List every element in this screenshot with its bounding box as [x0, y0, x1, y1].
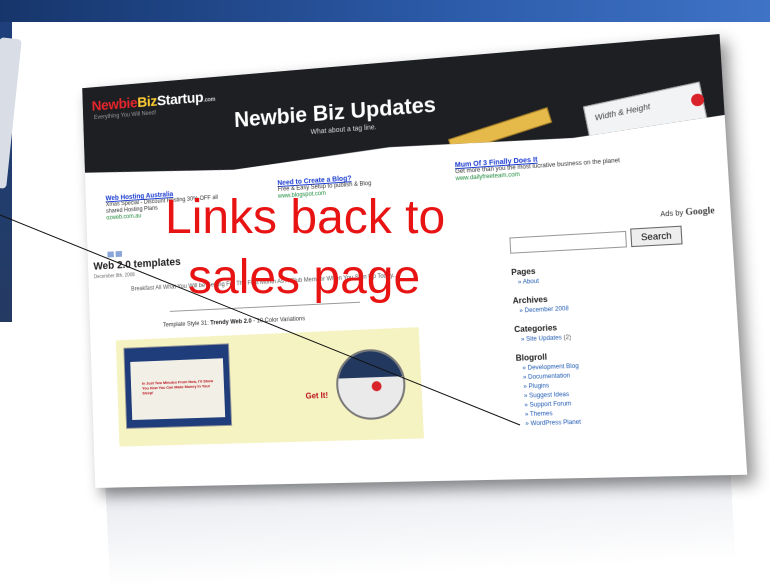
sidebar-link[interactable]: » Themes — [525, 411, 553, 418]
sidebar-link[interactable]: » Plugins — [523, 383, 549, 390]
sidebar-link-label: Suggest Ideas — [528, 391, 570, 400]
sidebar-link[interactable]: » WordPress Planet — [525, 420, 581, 428]
get-it-text: Get It! — [305, 390, 329, 401]
sidebar-link[interactable]: » December 2008 — [519, 306, 569, 314]
pages-heading: Pages — [510, 266, 536, 278]
sidebar-link[interactable]: » Support Forum — [524, 401, 571, 409]
logo-tld: .com — [203, 97, 216, 104]
ad-item[interactable]: Mum Of 3 Finally Does It Get more than y… — [455, 149, 653, 183]
magnifier-header — [336, 350, 403, 379]
blog-sidebar: Search Pages » About Archives » December… — [509, 225, 709, 427]
ads-by-google[interactable]: Ads by Google — [660, 205, 715, 219]
blogroll-heading: Blogroll — [515, 352, 548, 363]
ads-by-label: Ads by — [660, 209, 684, 219]
sidebar-link[interactable]: » Development Blog — [522, 364, 579, 372]
notepad-text: Width & Height — [594, 101, 652, 123]
search-button[interactable]: Search — [630, 225, 683, 248]
post-caption: Template Style 31: Trendy Web 2.0 - 10 C… — [163, 316, 305, 328]
inner-site-body: In Just Two Minutes From Now, I'll Show … — [130, 358, 226, 421]
caption-suffix: - 10 Color Variations — [253, 316, 306, 325]
sidebar-link[interactable]: » Suggest Ideas — [524, 392, 570, 400]
sidebar-link[interactable]: » Documentation — [523, 373, 571, 381]
sidebar-link-label: About — [522, 278, 540, 286]
sidebar-link[interactable]: » About — [518, 279, 539, 286]
archives-heading: Archives — [512, 294, 548, 306]
categories-heading: Categories — [513, 323, 558, 335]
notepad-graphic: Width & Height — [583, 82, 708, 145]
prev-arrow-icon[interactable] — [107, 251, 114, 258]
template-preview-image[interactable]: In Just Two Minutes From Now, I'll Show … — [115, 327, 424, 447]
ruler-graphic — [448, 107, 552, 154]
sidebar-link-label: Support Forum — [529, 401, 572, 409]
pushpin-icon — [371, 381, 382, 392]
magnifier-icon — [334, 347, 407, 421]
sidebar-link[interactable]: » Site Updates (2) — [521, 335, 572, 343]
sidebar-link-label: Development Blog — [527, 363, 579, 372]
post-title[interactable]: Web 2.0 templates — [93, 256, 181, 272]
post-date: December 8th, 2008 — [93, 272, 135, 281]
annotation-line-1: Links back to — [165, 191, 446, 244]
category-count: (2) — [563, 334, 572, 342]
top-banner-bar — [0, 0, 770, 22]
search-input[interactable] — [509, 230, 627, 254]
sidebar-link-label: Themes — [529, 411, 553, 418]
sidebar-link-label: December 2008 — [524, 306, 570, 315]
annotation-line-2: sales page — [188, 251, 421, 304]
caption-bold: Trendy Web 2.0 — [210, 318, 252, 327]
next-arrow-icon[interactable] — [115, 250, 123, 258]
sidebar-link-label: WordPress Planet — [530, 419, 582, 428]
sidebar-link-label: Site Updates — [525, 335, 562, 343]
inner-site-headline: In Just Two Minutes From Now, I'll Show … — [141, 378, 214, 396]
ads-by-brand: Google — [685, 204, 715, 218]
sidebar-link-label: Documentation — [527, 373, 571, 381]
inner-site-thumbnail: In Just Two Minutes From Now, I'll Show … — [123, 343, 233, 429]
sidebar-link-label: Plugins — [528, 383, 550, 391]
logo-part-biz: Biz — [137, 93, 158, 111]
caption-prefix: Template Style 31: — [162, 320, 209, 329]
logo-part-startup: Startup — [156, 89, 204, 110]
